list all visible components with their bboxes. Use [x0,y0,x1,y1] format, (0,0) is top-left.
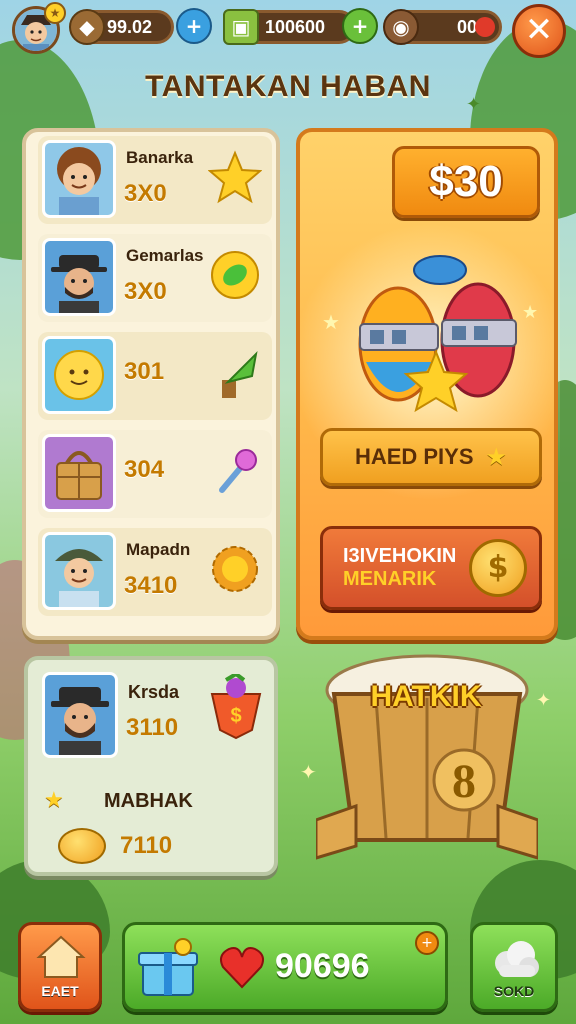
coin-bag-icon: ◆ [69,9,105,45]
character-portrait [42,140,116,218]
primary-offer-button[interactable]: HAED PIYS ★ [320,428,542,486]
character-portrait [42,532,116,610]
curly-hair-character-icon [57,147,101,215]
sparkle-icon: ✦ [300,760,317,784]
leaf-badge-icon [211,251,259,299]
list-item[interactable]: 304 [38,430,272,518]
cookie-face-icon [54,350,104,400]
primary-offer-label: HAED PIYS [354,444,474,469]
house-icon [36,935,86,978]
add-coins-button[interactable]: + [176,8,212,44]
offer-price: $30 [429,157,503,206]
gift-box-icon [138,938,198,996]
list-item-name: Mapadn [126,540,191,559]
list-item[interactable]: Gemarlas 3X0 [38,234,272,322]
special-offer-panel: $30 ★ ★ HAED PIYS ★ I3IVEHOKIN MENARIK $ [296,128,558,640]
reward-coin-value: 7110 [120,832,173,859]
hat-character-icon [51,255,107,313]
item-portrait [42,336,116,414]
list-item-value: 3X0 [124,278,167,305]
sparkle-icon: ✦ [536,690,552,711]
coins-counter: ◆ 99.02 [69,9,174,45]
cloud-icon [495,941,539,977]
sun-gear-icon [212,546,258,592]
nav-right-label: SOKD [493,983,535,999]
crate-icon: ▣ [223,9,259,45]
sparkle-icon: ★ [322,310,340,334]
list-item-value: 301 [124,358,165,385]
secondary-offer-text: I3IVEHOKIN MENARIK [343,545,456,591]
svg-text:$: $ [230,705,241,727]
lollipop-icon [219,449,257,493]
heart-icon [220,947,264,989]
page-title: TANTAKAN HABAN [145,70,431,103]
reward-label: MABHAK [104,790,193,812]
add-food-button[interactable]: + [342,8,378,44]
robot-eggs-icon [358,255,517,413]
wood-counter: ◉ 00 [383,9,502,45]
star-icon: ★ [44,788,64,813]
plus-badge-icon: + [415,931,439,955]
alert-dot-icon [475,17,495,37]
nav-left-button[interactable]: EAET [18,922,102,1012]
list-item[interactable]: Banarka 3X0 [38,136,272,224]
coin-pile-icon [58,828,106,864]
reward-player-name: Krsda [128,682,180,702]
list-item[interactable]: Mapadn 3410 [38,528,272,616]
list-item-value: 3X0 [124,180,167,207]
list-item-name: Banarka [126,148,194,167]
basket-icon [56,451,102,500]
close-button[interactable]: ✕ [512,4,566,58]
notification-badge: ★ [44,2,66,24]
reward-player-value: 3110 [126,714,179,741]
price-tag[interactable]: $30 [392,146,540,218]
sparkle-icon: ✦ [466,94,482,115]
wood-log-icon: ◉ [383,9,419,45]
fruit-shield-icon: $ [210,674,262,740]
player-reward-panel: Krsda 3110 $ ★ MABHAK 7110 [24,656,278,876]
bearded-character-icon [51,687,109,755]
food-value: 100600 [265,16,326,37]
top-bar: ★ ◆ 99.02 + ▣ 100600 + ◉ 00 ✕ [0,0,576,58]
nav-right-button[interactable]: SOKD [470,922,558,1012]
secondary-offer-label-1: I3IVEHOKIN [343,545,457,567]
secondary-offer-label-2: MENARIK [343,568,437,590]
crate-banner: HATKIK [370,680,482,713]
sparkle-icon: ★ [522,302,539,323]
reward-list-panel: Banarka 3X0 Gemarlas 3X0 301 304 Mapadn … [22,128,280,640]
food-counter: ▣ 100600 [223,9,356,45]
character-portrait [42,238,116,316]
list-item-name: Gemarlas [126,246,204,265]
star-icon: ★ [485,443,508,471]
item-portrait [42,434,116,512]
plant-icon [222,351,258,398]
explorer-character-icon [55,549,103,607]
nav-center-button[interactable]: 90696 + [122,922,448,1012]
crate-count: 8 [452,755,476,808]
star-icon [208,150,262,204]
list-item-value: 3410 [124,572,178,599]
gold-coin-icon: $ [469,539,527,597]
list-item-value: 304 [124,456,165,483]
character-portrait [42,672,118,758]
coins-value: 99.02 [107,16,153,37]
secondary-offer-button[interactable]: I3IVEHOKIN MENARIK $ [320,526,542,610]
mystery-crate[interactable]: HATKIK 8 [314,650,540,861]
game-scene: ★ ◆ 99.02 + ▣ 100600 + ◉ 00 ✕ TANTAKAN H… [0,0,576,1024]
list-item[interactable]: 301 [38,332,272,420]
nav-center-value: 90696 [275,947,370,985]
nav-left-label: EAET [41,983,79,999]
